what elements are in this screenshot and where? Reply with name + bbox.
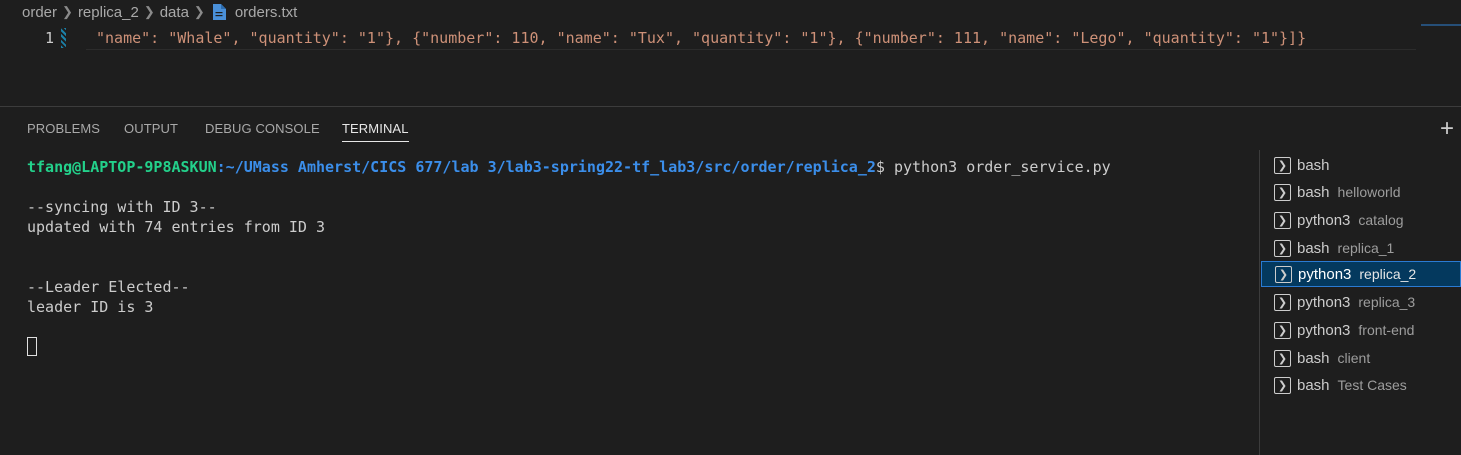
terminal-desc: Test Cases: [1337, 377, 1407, 393]
panel-tabs: PROBLEMS OUTPUT DEBUG CONSOLE TERMINAL +: [0, 107, 1461, 147]
terminal-desc: replica_1: [1337, 240, 1395, 256]
terminal-icon: ❯: [1274, 321, 1291, 339]
line-number: 1: [44, 29, 54, 47]
chevron-right-icon: ❯: [143, 4, 155, 19]
terminal-icon: ❯: [1274, 239, 1291, 257]
tab-debug-console[interactable]: DEBUG CONSOLE: [205, 121, 320, 136]
terminal-desc: front-end: [1358, 322, 1415, 338]
terminal-item-test-cases[interactable]: ❯ bash Test Cases: [1261, 372, 1461, 398]
breadcrumb-item-file[interactable]: orders.txt: [235, 4, 298, 21]
terminal-desc: client: [1337, 350, 1371, 366]
terminal-name: python3: [1297, 293, 1351, 311]
terminal-icon: ❯: [1274, 156, 1291, 174]
editor[interactable]: 1 "name": "Whale", "quantity": "1"}, {"n…: [0, 26, 1461, 106]
output-line: updated with 74 entries from ID 3: [27, 218, 326, 236]
chevron-right-icon: ❯: [193, 4, 205, 19]
tab-terminal[interactable]: TERMINAL: [342, 121, 409, 142]
output-line: --syncing with ID 3--: [27, 198, 217, 216]
breadcrumb-item-data[interactable]: data: [160, 4, 189, 21]
terminal-name: bash: [1297, 183, 1330, 201]
prompt-command: $ python3 order_service.py: [875, 158, 1111, 176]
output-line: leader ID is 3: [27, 298, 154, 316]
terminal-item-replica-2[interactable]: ❯ python3 replica_2: [1261, 261, 1461, 287]
terminal-item-replica-3[interactable]: ❯ python3 replica_3: [1261, 289, 1461, 315]
terminal-icon: ❯: [1274, 211, 1291, 229]
file-icon: [212, 4, 226, 20]
prompt-line: tfang@LAPTOP-9P8ASKUN:~/UMass Amherst/CI…: [27, 158, 1111, 176]
terminal-output[interactable]: tfang@LAPTOP-9P8ASKUN:~/UMass Amherst/CI…: [0, 152, 1259, 455]
tab-output[interactable]: OUTPUT: [124, 121, 178, 136]
plus-icon[interactable]: +: [1440, 115, 1454, 143]
terminal-item-client[interactable]: ❯ bash client: [1261, 345, 1461, 371]
terminal-name: bash: [1297, 349, 1330, 367]
terminal-icon: ❯: [1274, 349, 1291, 367]
terminal-item-helloworld[interactable]: ❯ bash helloworld: [1261, 179, 1461, 205]
terminal-desc: catalog: [1358, 212, 1404, 228]
terminal-desc: replica_2: [1359, 266, 1417, 282]
terminal-list: ❯ bash ❯ bash helloworld ❯ python3 catal…: [1261, 150, 1461, 455]
terminal-item-replica-1[interactable]: ❯ bash replica_1: [1261, 235, 1461, 261]
terminal-desc: helloworld: [1337, 184, 1401, 200]
prompt-path: :~/UMass Amherst/CICS 677/lab 3/lab3-spr…: [216, 158, 876, 176]
tab-problems[interactable]: PROBLEMS: [27, 121, 100, 136]
breadcrumb-item-order[interactable]: order: [22, 4, 57, 21]
prompt-user: tfang@LAPTOP-9P8ASKUN: [27, 158, 217, 176]
terminal-desc: replica_3: [1358, 294, 1416, 310]
terminal-name: python3: [1297, 211, 1351, 229]
terminal-name: bash: [1297, 239, 1330, 257]
terminal-icon: ❯: [1275, 265, 1292, 283]
terminal-icon: ❯: [1274, 376, 1291, 394]
terminal-icon: ❯: [1274, 183, 1291, 201]
output-line: --Leader Elected--: [27, 278, 190, 296]
terminal-item-front-end[interactable]: ❯ python3 front-end: [1261, 317, 1461, 343]
terminal-icon: ❯: [1274, 293, 1291, 311]
modified-line-marker: [61, 28, 66, 48]
terminal-name: python3: [1298, 265, 1352, 283]
terminal-cursor: [27, 337, 37, 356]
breadcrumb: order ❯ replica_2 ❯ data ❯ orders.txt: [0, 0, 1461, 24]
terminal-list-divider[interactable]: [1259, 150, 1260, 455]
breadcrumb-item-replica[interactable]: replica_2: [78, 4, 139, 21]
terminal-name: bash: [1297, 156, 1330, 174]
code-text[interactable]: "name": "Whale", "quantity": "1"}, {"num…: [96, 26, 1306, 50]
terminal-name: bash: [1297, 376, 1330, 394]
chevron-right-icon: ❯: [62, 4, 73, 19]
editor-line[interactable]: 1 "name": "Whale", "quantity": "1"}, {"n…: [0, 26, 1461, 50]
terminal-name: python3: [1297, 321, 1351, 339]
terminal-item-catalog[interactable]: ❯ python3 catalog: [1261, 207, 1461, 233]
terminal-item-bash[interactable]: ❯ bash: [1261, 152, 1461, 178]
